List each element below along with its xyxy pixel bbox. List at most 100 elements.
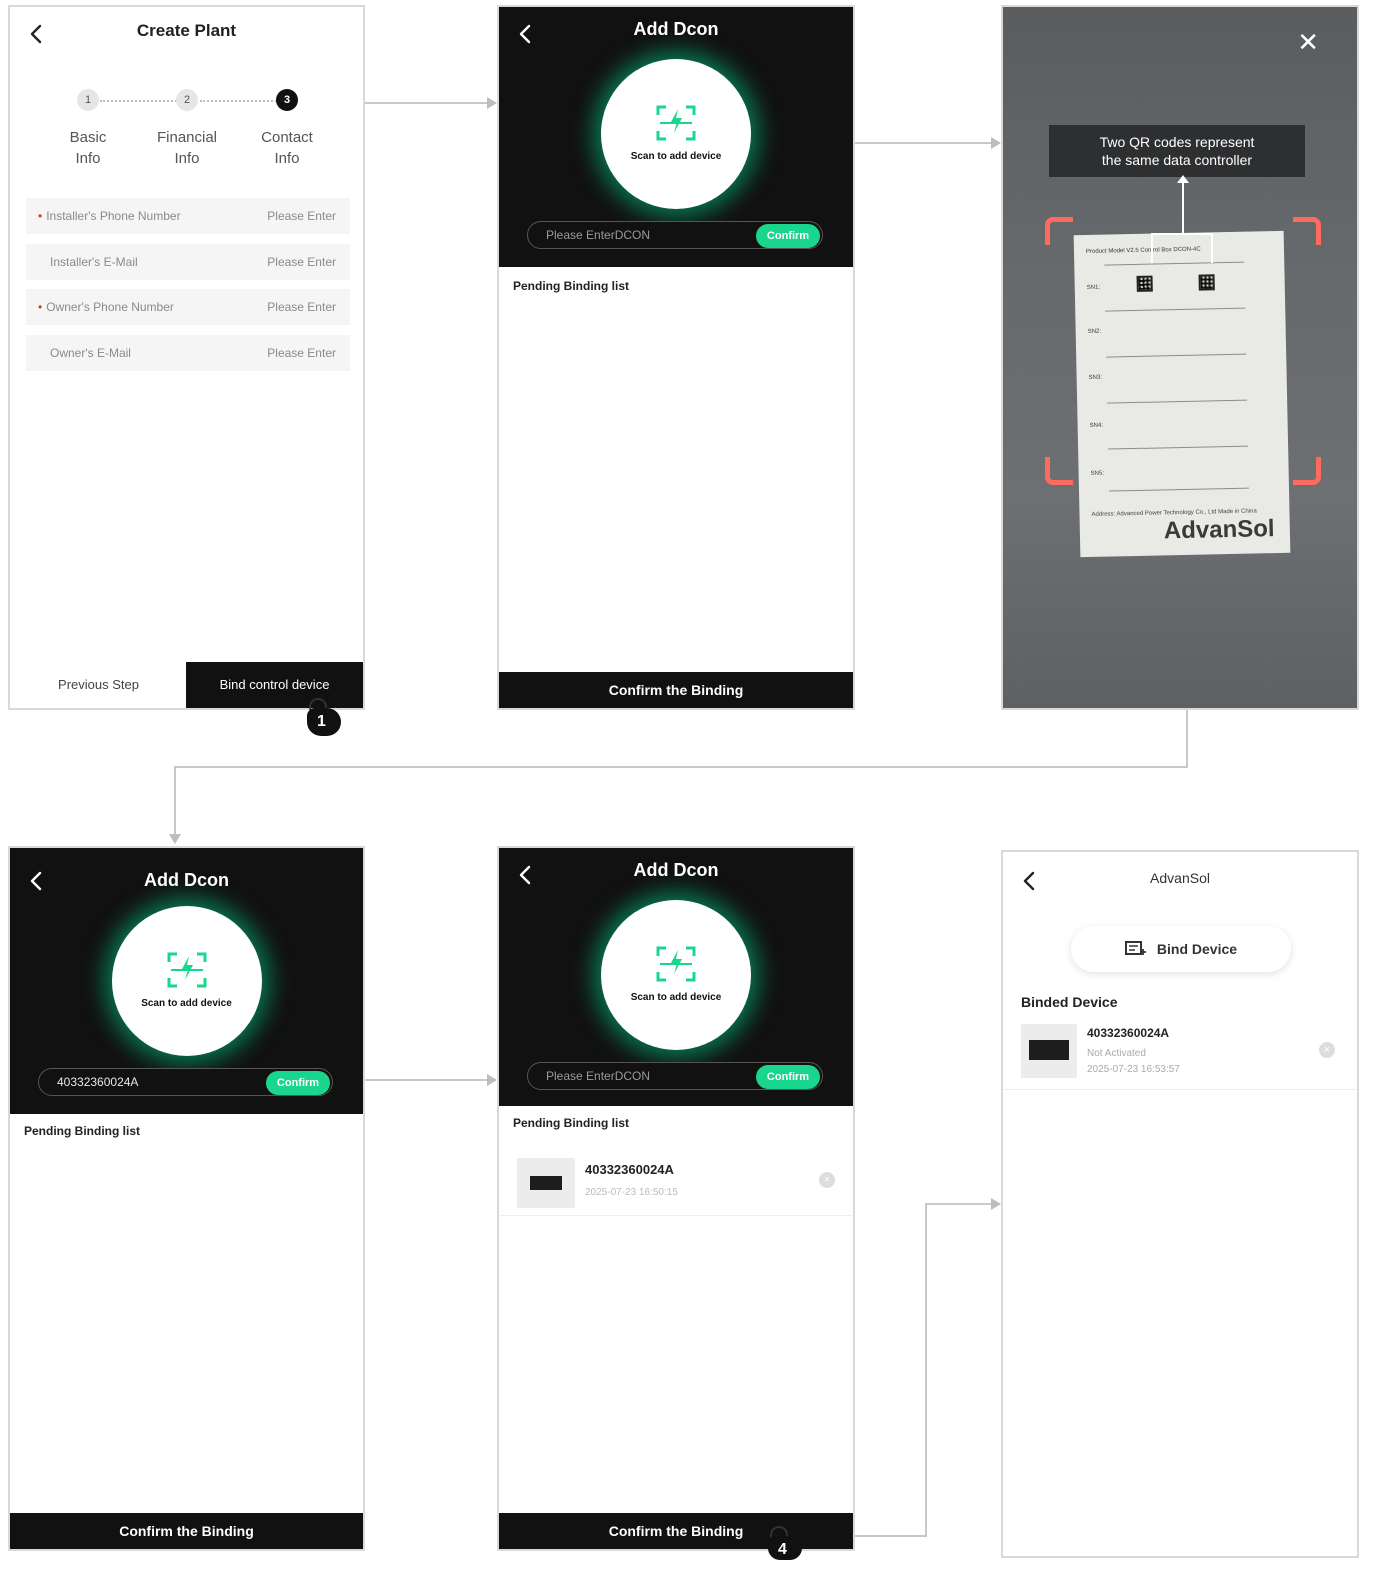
confirm-button[interactable]: Confirm (266, 1071, 330, 1095)
step-label-financial-info: Financial Info (156, 129, 218, 167)
flow-connector (174, 766, 176, 836)
owner-email-label: Owner's E-Mail (50, 346, 131, 360)
label-rule (1109, 487, 1249, 492)
flow-connector (855, 1535, 927, 1537)
device-box-icon (1029, 1040, 1069, 1060)
label-sn5: SN5: (1090, 470, 1105, 477)
label-sn1: SN1: (1086, 284, 1101, 291)
flow-connector (365, 102, 487, 104)
remove-icon[interactable]: × (1319, 1042, 1335, 1058)
arrow-right-icon (487, 97, 497, 109)
pending-binding-list-title: Pending Binding list (513, 279, 629, 293)
owner-phone-input[interactable]: Please Enter (267, 300, 336, 314)
qr-scanner-screen: ✕ Product Model V2.5 Control Box DCON-4C… (1001, 5, 1359, 710)
arrow-right-icon (991, 1198, 1001, 1210)
remove-icon[interactable]: × (819, 1172, 835, 1188)
scan-device-icon (167, 952, 206, 988)
advansol-plant-screen: AdvanSol Bind Device Binded Device 40332… (1001, 850, 1359, 1558)
owner-phone-field[interactable]: • Owner's Phone Number Please Enter (26, 289, 350, 325)
label-sn4: SN4: (1089, 422, 1104, 429)
bind-device-button[interactable]: Bind Device (1071, 926, 1291, 972)
close-icon[interactable]: ✕ (1297, 29, 1319, 55)
confirm-button[interactable]: Confirm (756, 1065, 820, 1089)
flow-connector (365, 1079, 487, 1081)
scan-to-add-button[interactable]: Scan to add device (111, 906, 262, 1056)
label-rule (1108, 445, 1249, 450)
owner-email-input[interactable]: Please Enter (267, 346, 336, 360)
scan-to-add-text: Scan to add device (141, 998, 232, 1009)
confirm-binding-button[interactable]: Confirm the Binding (499, 672, 853, 708)
installer-phone-field[interactable]: • Installer's Phone Number Please Enter (26, 198, 350, 234)
device-thumbnail (1021, 1024, 1077, 1078)
installer-phone-input[interactable]: Please Enter (267, 209, 336, 223)
tap-indicator-1: 1 (305, 698, 345, 738)
binded-device-title: Binded Device (1021, 994, 1118, 1010)
stepper-line (100, 100, 180, 102)
installer-phone-label: • Installer's Phone Number (38, 209, 181, 223)
step-label-basic-info: Basic Info (69, 129, 107, 167)
dcon-input[interactable]: Please EnterDCON Confirm (527, 221, 823, 249)
arrow-right-icon (487, 1074, 497, 1086)
list-item[interactable]: 40332360024A 2025-07-23 16:50:15 × (499, 1150, 853, 1216)
arrow-right-icon (991, 137, 1001, 149)
qr-tooltip: Two QR codes represent the same data con… (1049, 125, 1305, 177)
step-label-contact-info: Contact Info (261, 129, 313, 167)
scan-to-add-text: Scan to add device (630, 992, 722, 1003)
flow-connector (925, 1203, 927, 1537)
dcon-input-placeholder: Please EnterDCON (546, 228, 651, 242)
step-indicator-1: 1 (77, 89, 99, 111)
device-box-icon (530, 1176, 562, 1190)
tap-indicator-4: 4 (766, 1526, 806, 1566)
label-rule (1107, 399, 1248, 404)
installer-email-label: Installer's E-Mail (50, 255, 138, 269)
stepper-line (200, 100, 280, 102)
dcon-input-placeholder: Please EnterDCON (546, 1069, 651, 1083)
dcon-input[interactable]: Please EnterDCON Confirm (527, 1062, 823, 1090)
list-item[interactable]: 40332360024A Not Activated 2025-07-23 16… (1003, 1020, 1357, 1090)
flow-connector (855, 142, 991, 144)
pending-binding-list-title: Pending Binding list (24, 1124, 140, 1138)
bind-device-icon (1124, 941, 1146, 955)
confirm-button[interactable]: Confirm (756, 224, 820, 248)
device-sn: 40332360024A (1087, 1026, 1170, 1040)
label-sn2: SN2: (1087, 328, 1102, 335)
add-dcon-screen-filled: Add Dcon Scan to add device 40332360024A… (8, 846, 365, 1551)
page-title: AdvanSol (1150, 870, 1210, 886)
qr-code-icon (1136, 275, 1153, 292)
tooltip-line-2: the same data controller (1101, 152, 1253, 168)
scan-to-add-button[interactable]: Scan to add device (601, 900, 751, 1050)
tooltip-line-1: Two QR codes represent (1099, 134, 1255, 150)
installer-email-field[interactable]: Installer's E-Mail Please Enter (26, 244, 350, 280)
flow-connector (1186, 710, 1188, 768)
flow-connector (925, 1203, 991, 1205)
scan-frame-corner (1293, 457, 1321, 485)
pending-binding-list-title: Pending Binding list (513, 1116, 629, 1130)
page-title: Add Dcon (144, 870, 229, 890)
advansol-logo: AdvanSol (1163, 515, 1275, 545)
scan-frame-corner (1293, 217, 1321, 245)
scan-header: Add Dcon Scan to add device Please Enter… (499, 7, 853, 267)
required-marker: • (38, 300, 43, 314)
scan-header: Add Dcon Scan to add device 40332360024A… (10, 848, 363, 1114)
owner-phone-label: • Owner's Phone Number (38, 300, 174, 314)
previous-step-button[interactable]: Previous Step (10, 662, 187, 708)
scan-to-add-button[interactable]: Scan to add device (601, 59, 751, 209)
flow-connector (174, 766, 1188, 768)
dcon-input[interactable]: 40332360024A Confirm (38, 1068, 333, 1096)
add-dcon-screen-pending: Add Dcon Scan to add device Please Enter… (497, 846, 855, 1551)
tap-step-number: 4 (778, 1541, 787, 1558)
tap-step-number: 1 (317, 713, 326, 730)
scan-header: Add Dcon Scan to add device Please Enter… (499, 848, 853, 1106)
owner-email-field[interactable]: Owner's E-Mail Please Enter (26, 335, 350, 371)
qr-bracket (1151, 233, 1213, 263)
label-sn3: SN3: (1088, 374, 1103, 381)
confirm-binding-button[interactable]: Confirm the Binding (10, 1513, 363, 1549)
device-thumbnail (517, 1158, 575, 1208)
installer-email-input[interactable]: Please Enter (267, 255, 336, 269)
tooltip-pointer (1182, 179, 1184, 235)
device-status: Not Activated (1087, 1048, 1146, 1059)
create-plant-screen: Create Plant 1 2 3 Basic Info Financial … (8, 5, 365, 710)
pending-device-time: 2025-07-23 16:50:15 (585, 1187, 678, 1198)
page-title: Create Plant (136, 21, 237, 40)
add-dcon-screen-empty: Add Dcon Scan to add device Please Enter… (497, 5, 855, 710)
